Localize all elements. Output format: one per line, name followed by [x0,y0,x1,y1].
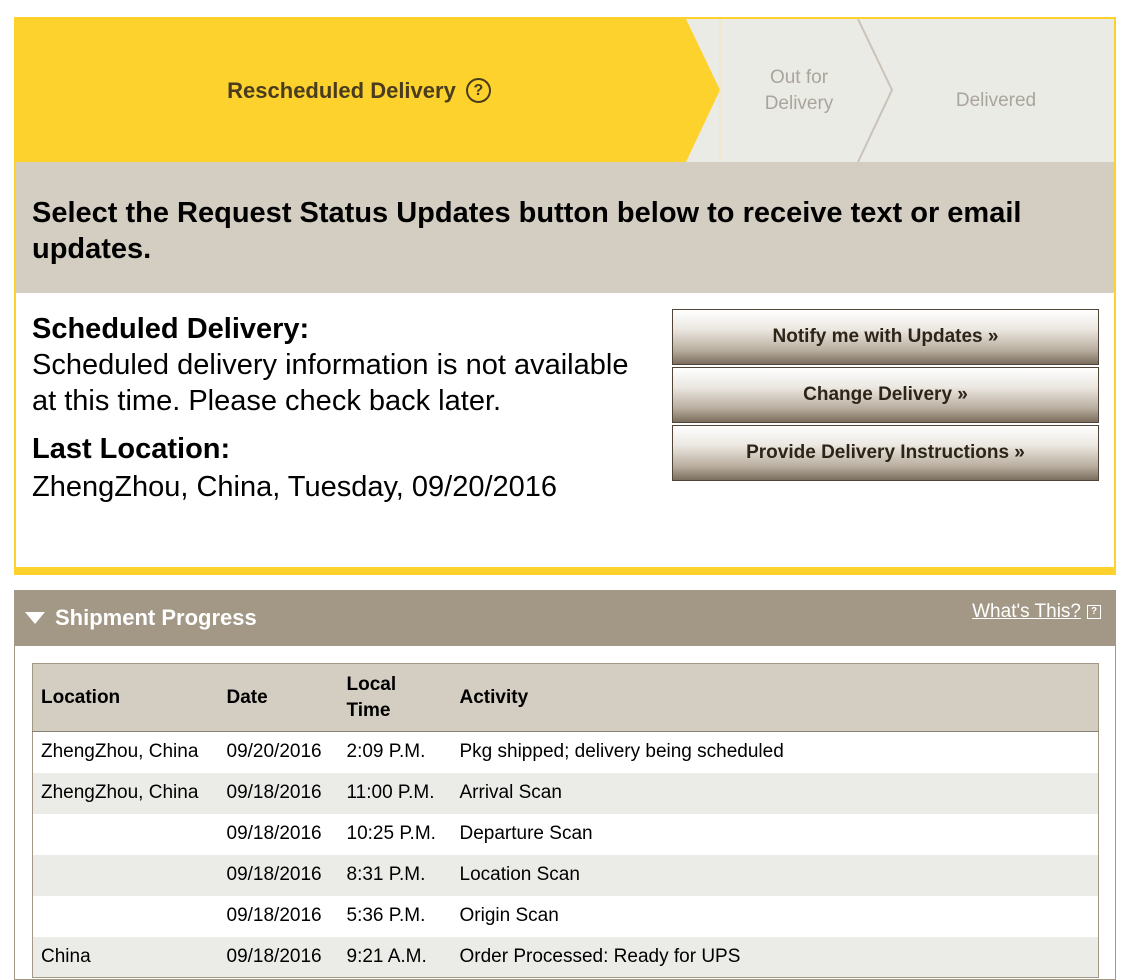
cell-time: 11:00 P.M. [338,772,452,814]
column-header-local-time-line1: Local [346,673,397,695]
scheduled-delivery-heading: Scheduled Delivery: [32,313,310,345]
cell-location: ZhengZhou, China [41,741,199,763]
cell-date: 09/18/2016 [218,936,339,978]
cell-time: 5:36 P.M. [346,905,426,926]
last-location-heading: Last Location: [32,433,231,465]
cell-location [33,814,219,855]
cell-location [32,854,219,896]
column-header-activity: Activity [451,663,1099,732]
table-row: 09/18/2016 5:36 P.M. Origin Scan [33,896,1099,937]
caret-down-icon [25,612,45,624]
change-delivery-button[interactable]: Change Delivery » [672,367,1099,423]
cell-date: 09/20/2016 [226,741,322,763]
cell-time: 10:25 P.M. [346,823,436,844]
cell-activity: Departure Scan [459,823,593,844]
shipment-progress-header[interactable]: Shipment Progress What's This? ? [15,591,1115,646]
scheduled-delivery-text: Scheduled delivery information is not av… [32,349,629,417]
whats-this: What's This? ? [972,601,1101,623]
table-header-row: Location Date Local Time Activity [32,663,1099,732]
shipment-progress-title: Shipment Progress [55,605,257,630]
column-header-location: Location [32,663,219,732]
shipment-progress-toggle[interactable]: Shipment Progress [25,605,257,631]
delivery-status-card: Rescheduled Delivery ? Out for Delivery … [14,17,1116,575]
step-out-for-delivery: Out for Delivery [732,19,866,162]
delivery-instructions-button[interactable]: Provide Delivery Instructions » [672,425,1099,481]
step-out-for-delivery-label-2: Delivery [764,92,834,114]
table-row: ZhengZhou, China 09/20/2016 2:09 P.M. Pk… [33,732,1099,773]
step-delivered: Delivered [886,19,1106,162]
help-icon[interactable]: ? [1087,605,1101,619]
cell-time: 8:31 P.M. [338,854,452,896]
help-icon[interactable]: ? [465,78,491,103]
cell-time: 9:21 A.M. [338,936,452,978]
scheduled-delivery-section: Scheduled Delivery: Scheduled delivery i… [32,311,642,505]
cell-date: 09/18/2016 [218,854,339,896]
cell-activity: Arrival Scan [451,772,1099,814]
step-rescheduled-delivery: Rescheduled Delivery ? [16,19,702,162]
notify-updates-button[interactable]: Notify me with Updates » [672,309,1099,365]
cell-date: 09/18/2016 [218,772,339,814]
cell-activity: Order Processed: Ready for UPS [451,936,1099,978]
cell-activity: Origin Scan [459,905,559,926]
column-header-local-time-line2: Time [346,699,391,721]
cell-time: 2:09 P.M. [346,741,426,763]
table-row: 09/18/2016 8:31 P.M. Location Scan [32,854,1099,896]
column-header-local-time: Local Time [338,663,452,732]
cell-activity: Location Scan [451,854,1099,896]
last-location-text: ZhengZhou, China, Tuesday, 09/20/2016 [32,471,558,503]
whats-this-link[interactable]: What's This? [972,601,1081,623]
step-delivered-label: Delivered [955,89,1037,111]
table-row: 09/18/2016 10:25 P.M. Departure Scan [33,814,1099,855]
table-row: ZhengZhou, China 09/18/2016 11:00 P.M. A… [32,772,1099,814]
table-row: China 09/18/2016 9:21 A.M. Order Process… [32,936,1099,978]
cell-activity: Pkg shipped; delivery being scheduled [459,741,784,763]
cell-location: ZhengZhou, China [32,772,219,814]
delivery-progress-tracker: Rescheduled Delivery ? Out for Delivery … [16,19,1114,162]
column-header-date: Date [218,663,339,732]
step-rescheduled-label: Rescheduled Delivery [227,77,456,103]
shipment-progress-panel: Shipment Progress What's This? ? Locatio… [14,590,1116,980]
cell-date: 09/18/2016 [226,905,322,926]
cell-date: 09/18/2016 [226,823,322,844]
cell-location: China [32,936,219,978]
shipment-progress-table: Location Date Local Time Activity ZhengZ… [32,663,1099,978]
step-out-for-delivery-label-1: Out for [769,66,829,88]
status-updates-banner: Select the Request Status Updates button… [16,162,1114,293]
cell-location [33,896,219,937]
